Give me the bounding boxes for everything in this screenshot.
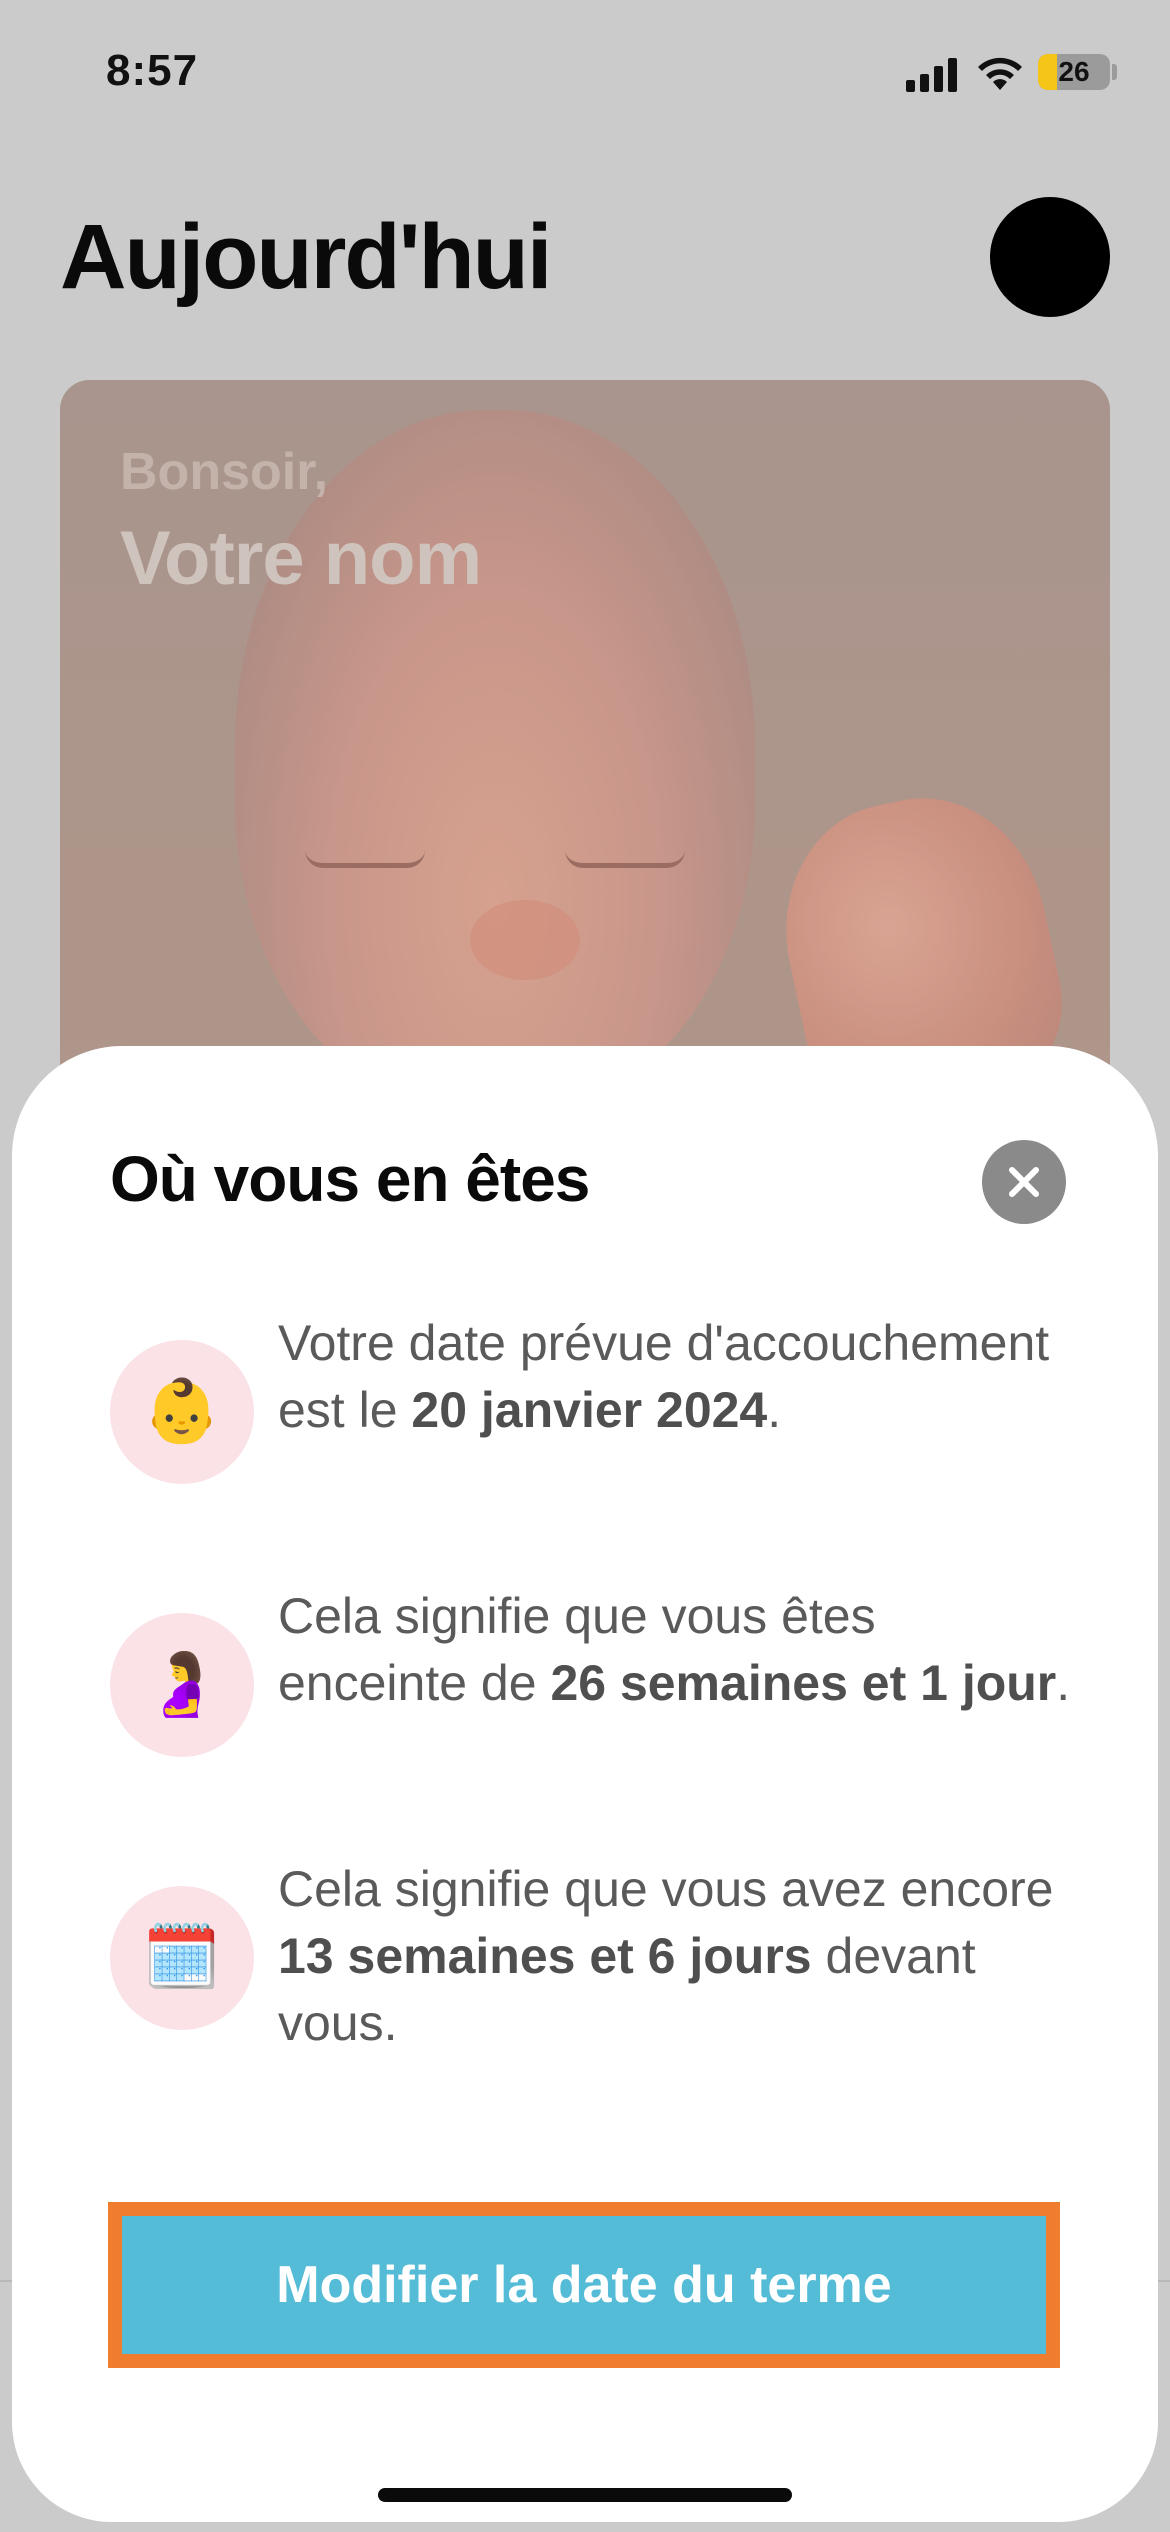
edit-due-date-label: Modifier la date du terme	[122, 2216, 1046, 2354]
bottom-sheet: Où vous en êtes 👶 Votre date prévue d'ac…	[12, 1046, 1158, 2522]
home-indicator[interactable]	[378, 2488, 792, 2502]
right-eye	[565, 850, 685, 868]
text-after: .	[1056, 1655, 1071, 1711]
greeting-text: Bonsoir,	[120, 443, 329, 501]
weeks-remaining-item: 🗓️ Cela signifie que vous avez encore 13…	[110, 1856, 1090, 2076]
left-eye	[305, 850, 425, 868]
user-name: Votre nom	[120, 516, 482, 601]
weeks-pregnant-item: 🤰 Cela signifie que vous êtes enceinte d…	[110, 1583, 1090, 1803]
wifi-icon	[978, 57, 1022, 90]
page-title: Aujourd'hui	[60, 206, 552, 308]
avatar[interactable]	[990, 197, 1110, 317]
calendar-emoji-icon: 🗓️	[110, 1886, 254, 2030]
sheet-title: Où vous en êtes	[110, 1143, 590, 1215]
pregnant-woman-emoji-icon: 🤰	[110, 1613, 254, 1757]
baby-nose	[470, 900, 580, 980]
due-date-item: 👶 Votre date prévue d'accouchement est l…	[110, 1310, 1090, 1530]
battery-tip	[1112, 64, 1117, 80]
battery-icon: 26	[1038, 54, 1110, 90]
text-bold: 20 janvier 2024	[411, 1382, 768, 1438]
cellular-signal-icon	[906, 56, 960, 92]
text-bold: 26 semaines et 1 jour	[550, 1655, 1057, 1711]
weeks-remaining-text: Cela signifie que vous avez encore 13 se…	[278, 1856, 1078, 2057]
edit-due-date-button[interactable]: Modifier la date du terme	[108, 2202, 1060, 2368]
text-bold: 13 semaines et 6 jours	[278, 1928, 812, 1984]
weeks-pregnant-text: Cela signifie que vous êtes enceinte de …	[278, 1583, 1078, 1717]
battery-level: 26	[1058, 56, 1090, 87]
close-button[interactable]	[982, 1140, 1066, 1224]
status-bar: 8:57 26	[0, 0, 1170, 150]
baby-emoji-icon: 👶	[110, 1340, 254, 1484]
due-date-text: Votre date prévue d'accouchement est le …	[278, 1310, 1078, 1444]
text-before: Cela signifie que vous avez encore	[278, 1861, 1054, 1917]
text-after: .	[767, 1382, 782, 1438]
screen: 8:57 26 Aujourd'hui Bonsoir, Votre nom O…	[0, 0, 1170, 2532]
status-time: 8:57	[106, 46, 199, 95]
